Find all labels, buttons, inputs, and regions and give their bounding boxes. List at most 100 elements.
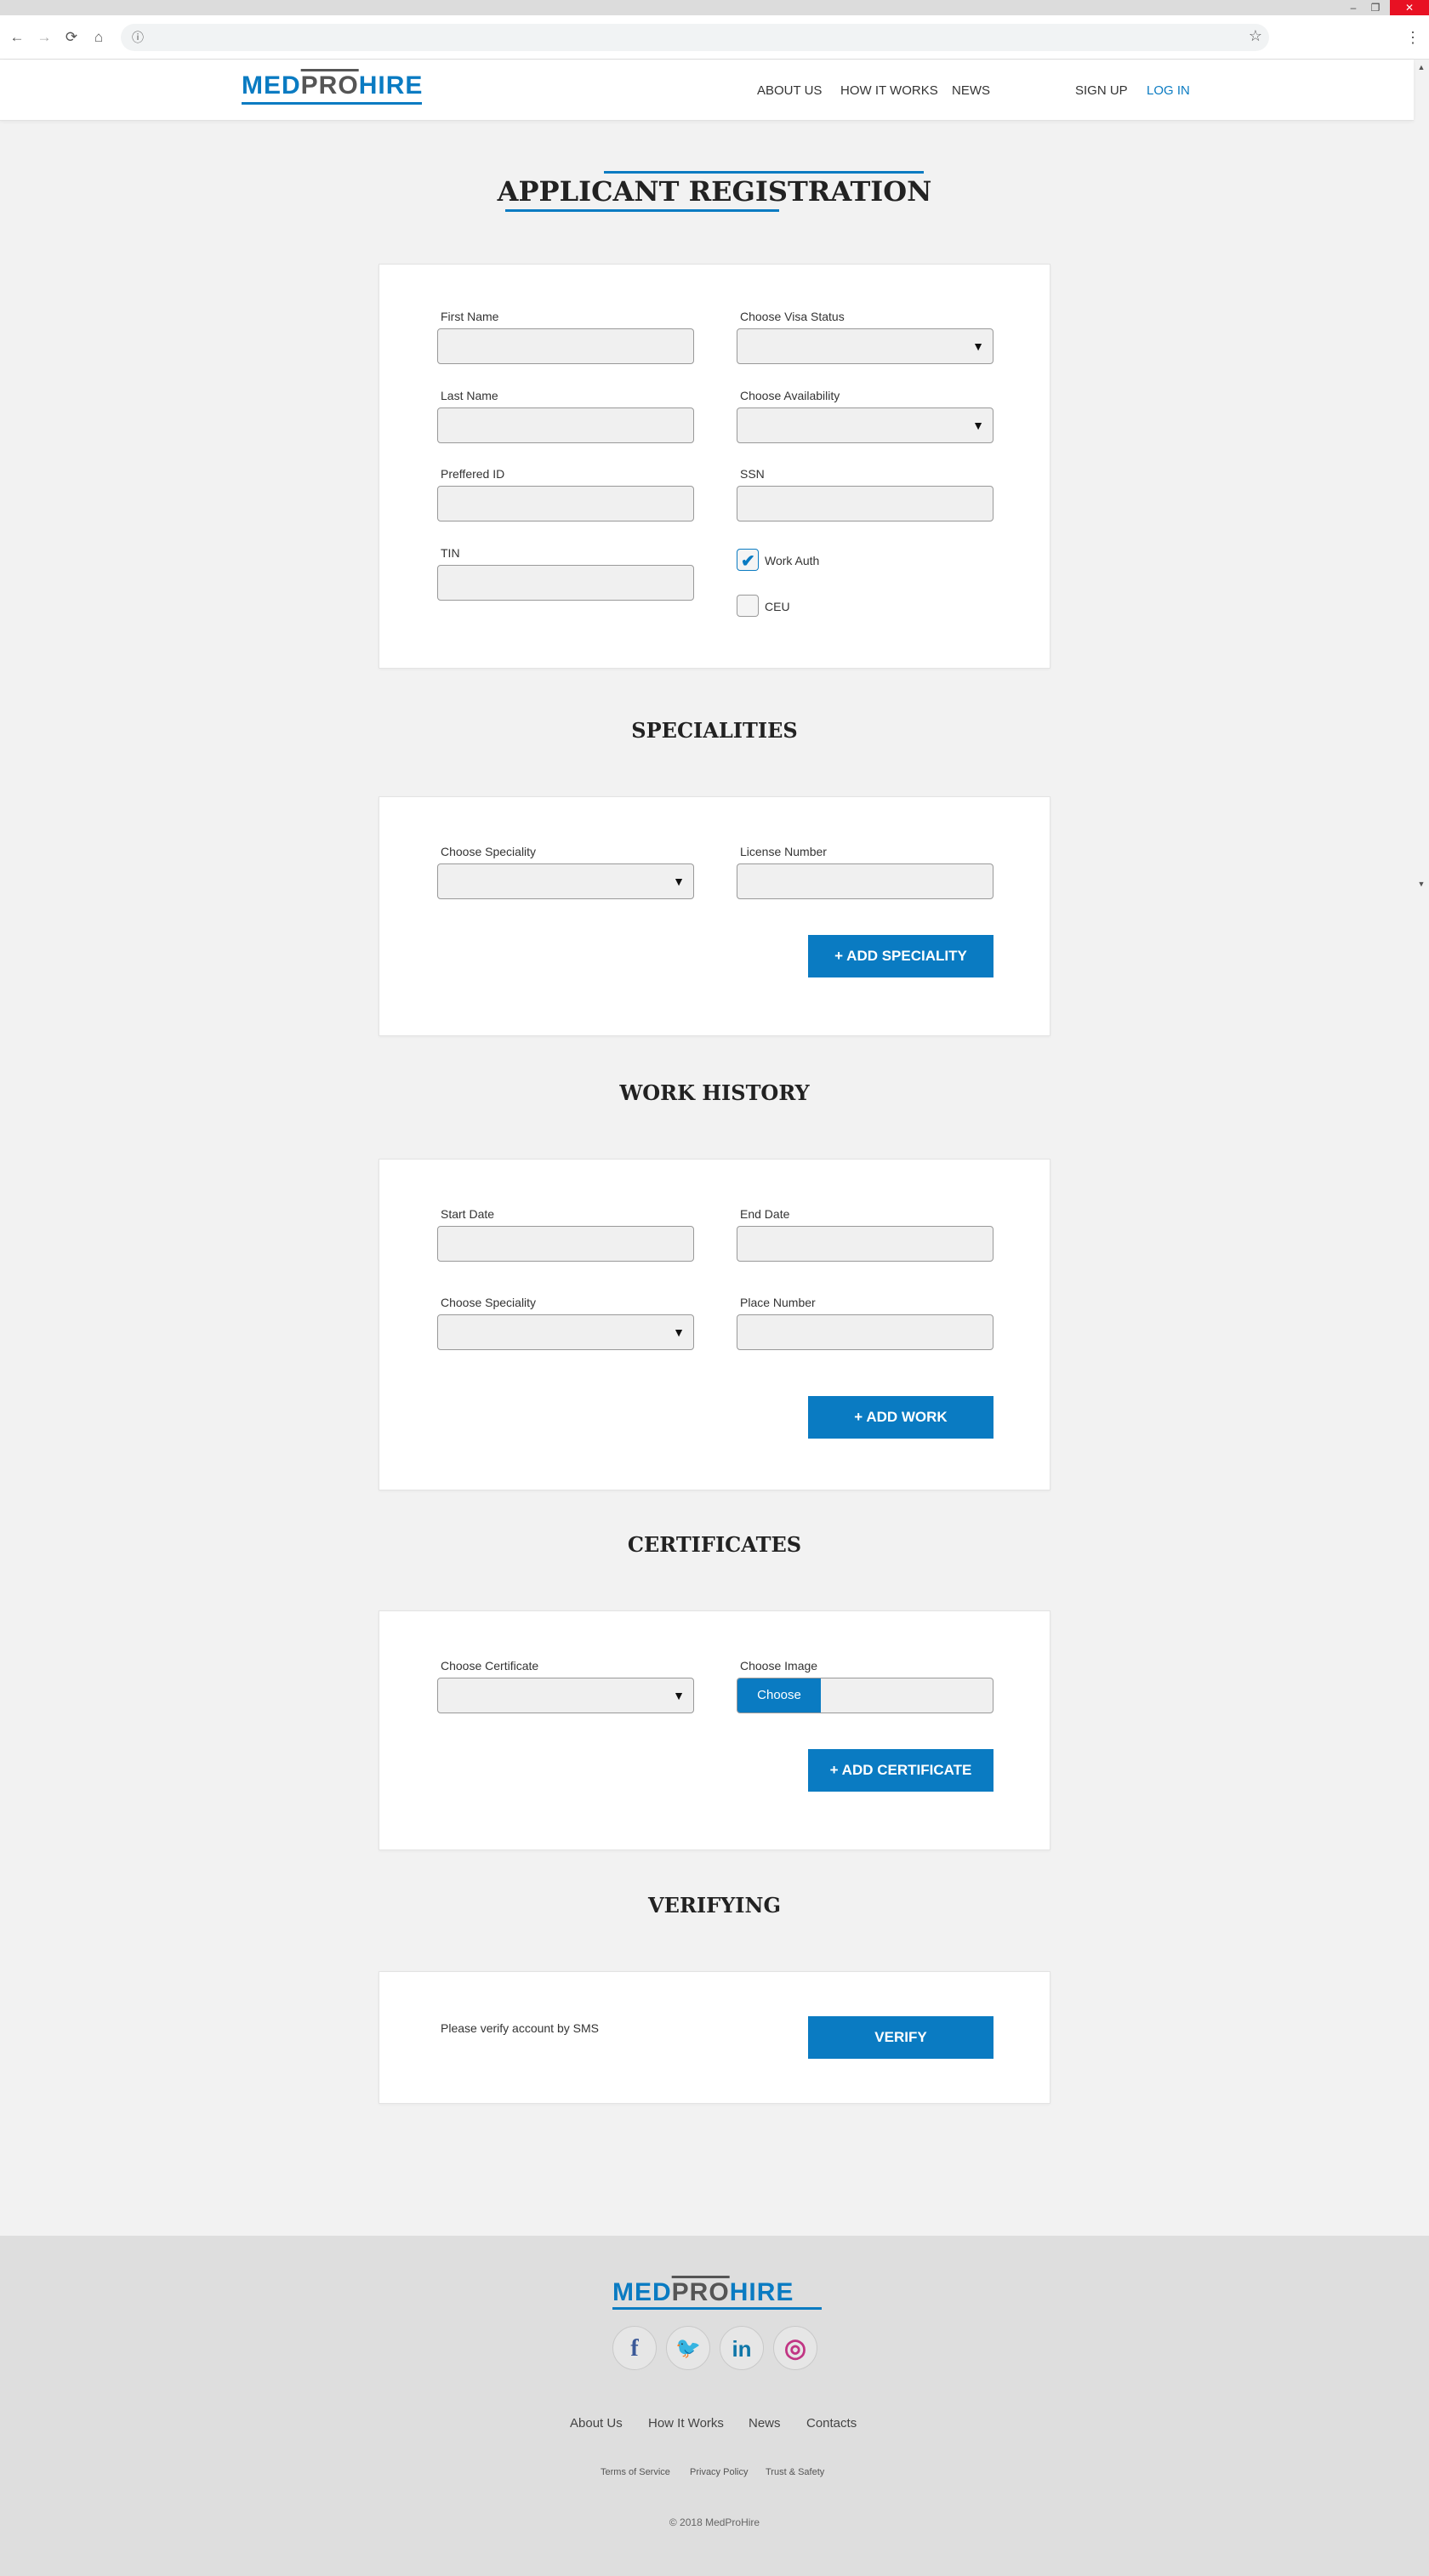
last-name-label: Last Name [441,389,498,402]
place-number-field[interactable] [737,1314,993,1350]
bookmark-star-icon[interactable]: ☆ [1249,27,1262,45]
instagram-icon[interactable]: ◎ [773,2326,817,2370]
work-speciality-label: Choose Speciality [441,1296,537,1309]
visa-status-select[interactable]: ▼ [737,328,993,364]
footer-link-news[interactable]: News [749,2416,781,2431]
speciality-select[interactable]: ▼ [437,863,694,899]
checkmark-icon: ✔ [741,552,755,571]
close-window-button[interactable]: ✕ [1390,0,1429,15]
ssn-label: SSN [740,467,765,481]
personal-info-card: First Name Last Name Preffered ID TIN Ch… [379,264,1050,669]
ceu-checkbox[interactable] [737,595,759,617]
dropdown-arrow-icon: ▼ [673,1689,685,1702]
forward-arrow-icon[interactable]: → [36,29,53,46]
start-date-field[interactable] [437,1226,694,1262]
license-number-label: License Number [740,845,827,858]
dropdown-arrow-icon: ▼ [673,1325,685,1339]
verifying-card: Please verify account by SMS VERIFY [379,1971,1050,2104]
nav-sign-up[interactable]: SIGN UP [1075,83,1128,98]
end-date-label: End Date [740,1207,790,1221]
window-titlebar: – ❐ ✕ [0,0,1429,15]
footer-link-privacy[interactable]: Privacy Policy [690,2467,748,2477]
availability-select[interactable]: ▼ [737,407,993,443]
back-arrow-icon[interactable]: ← [9,29,26,46]
logo-pro: PRO [300,71,359,100]
license-number-field[interactable] [737,863,993,899]
twitter-icon[interactable]: 🐦 [666,2326,710,2370]
place-number-label: Place Number [740,1296,816,1309]
page-title: APPLICANT REGISTRATION [497,175,932,208]
verify-button[interactable]: VERIFY [808,2016,993,2059]
verify-instruction: Please verify account by SMS [441,2021,599,2035]
end-date-field[interactable] [737,1226,993,1262]
footer-link-about-us[interactable]: About Us [570,2416,623,2431]
linkedin-icon[interactable]: in [720,2326,764,2370]
work-auth-checkbox[interactable]: ✔ [737,549,759,571]
work-auth-label: Work Auth [765,554,820,567]
visa-status-label: Choose Visa Status [740,310,845,323]
certificate-select[interactable]: ▼ [437,1678,694,1713]
site-footer: MEDPROHIRE f 🐦 in ◎ About Us How It Work… [0,2236,1429,2576]
browser-toolbar: ← → ⟳ ⌂ ⓘ ☆ ⋮ [0,15,1429,60]
work-history-card: Start Date End Date Choose Speciality ▼ … [379,1159,1050,1490]
work-speciality-select[interactable]: ▼ [437,1314,694,1350]
site-logo[interactable]: MEDPROHIRE [242,71,424,105]
browser-menu-icon[interactable]: ⋮ [1405,29,1420,47]
nav-news[interactable]: NEWS [952,83,990,98]
footer-link-contacts[interactable]: Contacts [806,2416,857,2431]
choose-image-label: Choose Image [740,1659,818,1673]
home-icon[interactable]: ⌂ [90,29,107,46]
add-certificate-button[interactable]: + ADD CERTIFICATE [808,1749,993,1792]
logo-hire: HIRE [358,71,424,100]
nav-log-in[interactable]: LOG IN [1147,83,1190,98]
speciality-label: Choose Speciality [441,845,537,858]
title-accent-top [604,171,924,174]
dropdown-arrow-icon: ▼ [972,339,984,353]
reload-icon[interactable]: ⟳ [63,29,80,46]
last-name-field[interactable] [437,407,694,443]
preferred-id-field[interactable] [437,486,694,521]
footer-logo-med: MED [612,2278,672,2306]
add-work-button[interactable]: + ADD WORK [808,1396,993,1439]
certificates-heading: CERTIFICATES [627,1532,802,1557]
minimize-button[interactable]: – [1342,0,1364,15]
site-info-icon[interactable]: ⓘ [129,29,146,46]
start-date-label: Start Date [441,1207,495,1221]
restore-button[interactable]: ❐ [1364,0,1386,15]
first-name-label: First Name [441,310,499,323]
logo-underline [242,102,422,105]
logo-med: MED [242,71,301,100]
tin-field[interactable] [437,565,694,601]
tin-label: TIN [441,546,460,560]
footer-logo-pro: PRO [671,2278,730,2306]
ssn-field[interactable] [737,486,993,521]
verifying-heading: VERIFYING [648,1893,781,1918]
image-file-input[interactable]: Choose [737,1678,993,1713]
footer-link-terms[interactable]: Terms of Service [601,2467,670,2477]
facebook-icon[interactable]: f [612,2326,657,2370]
address-bar[interactable]: ⓘ ☆ [121,24,1269,51]
choose-file-button[interactable]: Choose [737,1678,821,1713]
add-speciality-button[interactable]: + ADD SPECIALITY [808,935,993,977]
ceu-label: CEU [765,600,790,613]
first-name-field[interactable] [437,328,694,364]
nav-about-us[interactable]: ABOUT US [757,83,822,98]
site-header: MEDPROHIRE ABOUT US HOW IT WORKS NEWS SI… [0,60,1414,121]
footer-logo[interactable]: MEDPROHIRE [612,2278,822,2310]
dropdown-arrow-icon: ▼ [972,419,984,432]
footer-logo-underline [612,2307,822,2310]
nav-how-it-works[interactable]: HOW IT WORKS [840,83,938,98]
certificates-card: Choose Certificate ▼ Choose Image Choose… [379,1610,1050,1850]
footer-logo-hire: HIRE [729,2278,794,2306]
scroll-up-icon[interactable]: ▲ [1414,60,1429,75]
specialities-heading: SPECIALITIES [631,718,798,743]
footer-link-how-it-works[interactable]: How It Works [648,2416,724,2431]
scroll-down-icon[interactable]: ▼ [1414,876,1429,892]
title-accent-bottom [505,209,779,212]
copyright: © 2018 MedProHire [669,2516,760,2528]
work-history-heading: WORK HISTORY [619,1080,810,1105]
preferred-id-label: Preffered ID [441,467,505,481]
availability-label: Choose Availability [740,389,840,402]
certificate-label: Choose Certificate [441,1659,539,1673]
footer-link-trust-safety[interactable]: Trust & Safety [766,2467,824,2477]
